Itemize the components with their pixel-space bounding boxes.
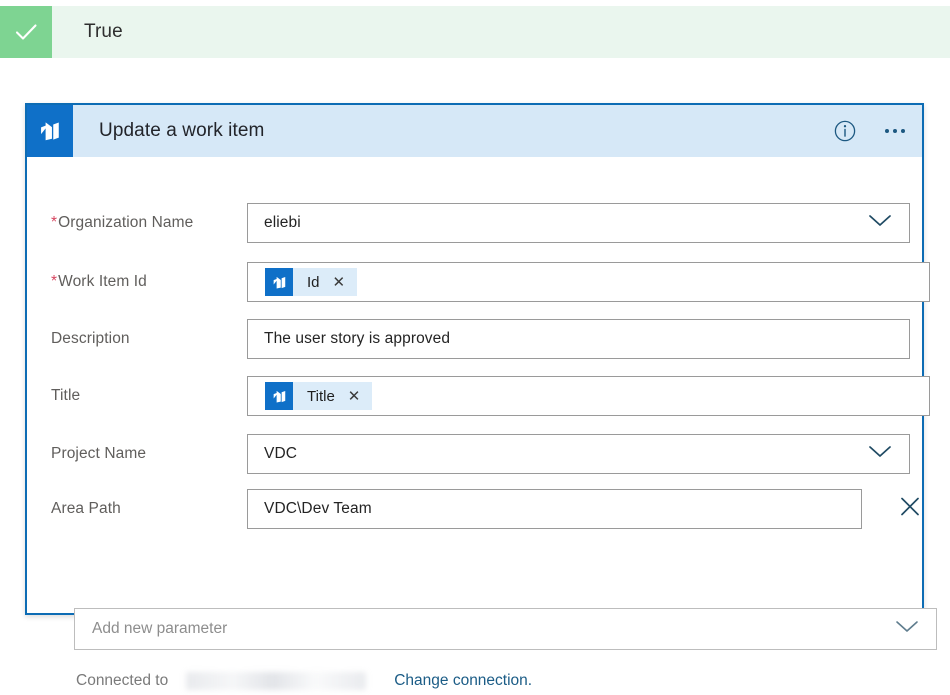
card-header[interactable]: Update a work item (27, 105, 922, 157)
check-icon (0, 6, 52, 58)
card-title: Update a work item (99, 120, 265, 141)
connected-to-label: Connected to (76, 672, 169, 689)
field-row-description: Description The user story is approved (27, 317, 922, 361)
area-path-value: VDC\Dev Team (264, 500, 372, 517)
required-asterisk: * (51, 273, 58, 290)
chevron-down-icon[interactable] (894, 619, 920, 639)
field-row-title: Title Title ✕ (27, 374, 930, 418)
add-new-parameter-dropdown[interactable]: Add new parameter (74, 608, 937, 650)
ellipsis-icon[interactable] (882, 118, 908, 144)
azure-devops-icon (27, 105, 73, 157)
field-label-area-path: Area Path (51, 500, 121, 517)
token-label: Id (307, 273, 320, 291)
connection-row: Connected to Change connection. (76, 667, 936, 695)
card-body: *Organization Name eliebi *Work Item Id (27, 157, 930, 613)
area-path-input[interactable]: VDC\Dev Team (247, 489, 862, 529)
token-body: Id ✕ (293, 268, 358, 296)
field-label-organization-name: *Organization Name (51, 214, 194, 231)
field-row-area-path: Area Path VDC\Dev Team (27, 487, 922, 531)
change-connection-link[interactable]: Change connection. (394, 672, 532, 690)
condition-true-banner: True (0, 6, 950, 58)
title-input[interactable]: Title ✕ (247, 376, 930, 416)
token-body: Title ✕ (293, 382, 373, 410)
work-item-id-input[interactable]: Id ✕ (247, 262, 930, 302)
close-icon[interactable]: ✕ (333, 275, 346, 290)
description-input[interactable]: The user story is approved (247, 319, 910, 359)
dynamic-token-chip[interactable]: Title ✕ (265, 382, 373, 410)
condition-branch-label: True (84, 21, 123, 42)
field-label-title: Title (51, 387, 81, 404)
azure-devops-icon (265, 268, 293, 296)
organization-name-dropdown[interactable]: eliebi (247, 203, 910, 243)
add-new-parameter-placeholder: Add new parameter (92, 620, 228, 637)
description-value: The user story is approved (264, 330, 451, 347)
close-icon[interactable]: ✕ (348, 389, 361, 404)
close-icon[interactable] (897, 494, 923, 525)
chevron-down-icon[interactable] (867, 213, 893, 233)
organization-name-value: eliebi (264, 214, 301, 231)
field-row-organization-name: *Organization Name eliebi (27, 201, 922, 245)
azure-devops-icon (265, 382, 293, 410)
dynamic-token-chip[interactable]: Id ✕ (265, 268, 358, 296)
project-name-dropdown[interactable]: VDC (247, 434, 910, 474)
info-circle-icon[interactable] (832, 118, 858, 144)
project-name-value: VDC (264, 445, 298, 462)
token-label: Title (307, 387, 335, 405)
update-work-item-card: Update a work item *Organization Name el… (25, 103, 937, 690)
connection-account-redacted (186, 672, 367, 690)
field-row-work-item-id: *Work Item Id Id ✕ (27, 260, 930, 304)
field-label-description: Description (51, 330, 130, 347)
card-header-actions (832, 105, 908, 157)
field-label-project-name: Project Name (51, 445, 147, 462)
field-label-work-item-id: *Work Item Id (51, 273, 147, 290)
chevron-down-icon[interactable] (867, 444, 893, 464)
field-row-project-name: Project Name VDC (27, 432, 922, 476)
required-asterisk: * (51, 214, 58, 231)
